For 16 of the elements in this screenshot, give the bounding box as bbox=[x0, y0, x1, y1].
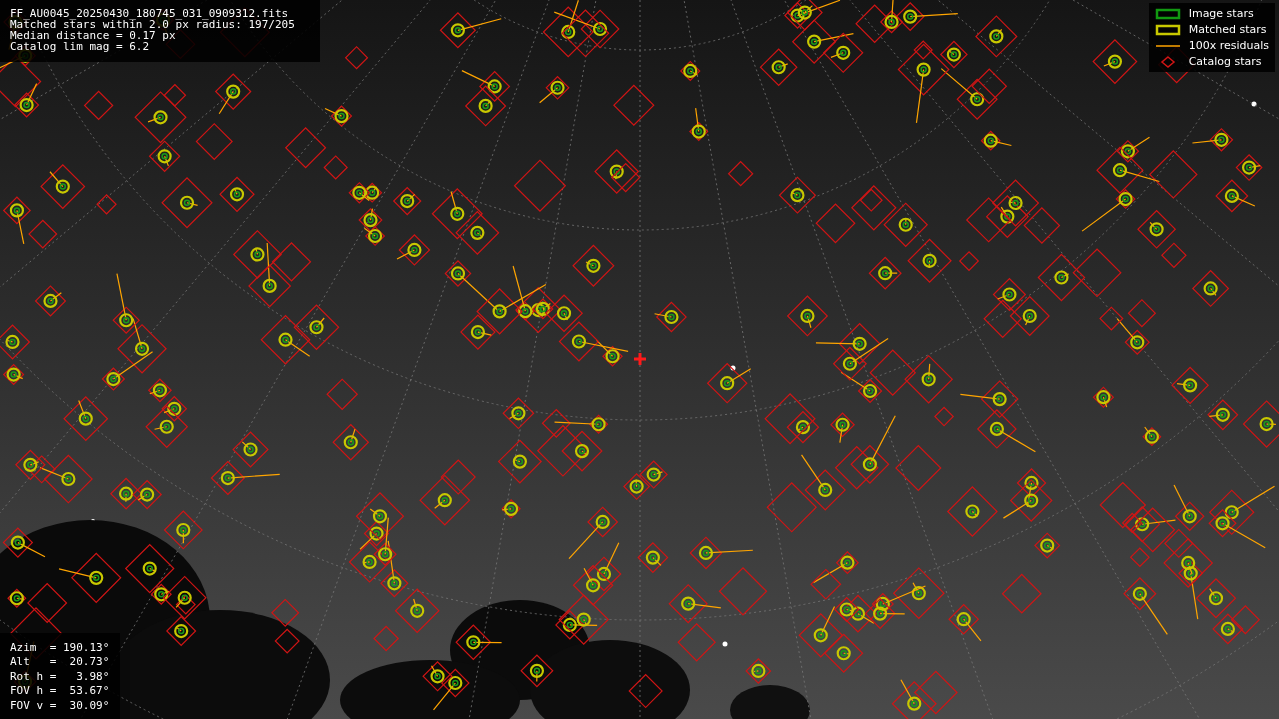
info-text: Catalog lim mag = 6.2 bbox=[10, 41, 151, 52]
pointing-text: FOV v = 30.09° bbox=[10, 698, 110, 713]
pointing-text: FOV h = 53.67° bbox=[10, 684, 110, 699]
pointing-text: Azim = 190.13° bbox=[10, 640, 110, 656]
legend-swatch-icon bbox=[1154, 23, 1181, 36]
legend-label: Matched stars bbox=[1188, 23, 1267, 36]
legend-label: 100x residuals bbox=[1188, 39, 1269, 52]
info-text: Median distance = 0.17 px bbox=[10, 30, 176, 41]
legend-label: Image stars bbox=[1188, 7, 1254, 20]
pointing-text: Alt = 20.73° bbox=[10, 655, 110, 670]
pointing-text: Rot h = 3.98° bbox=[10, 669, 110, 685]
center-cross-icon bbox=[634, 353, 646, 365]
legend-label: Catalog stars bbox=[1188, 55, 1262, 68]
legend-swatch-icon bbox=[1154, 7, 1181, 20]
info-text: FF_AU0045_20250430_180745_031_0909312.fits bbox=[10, 8, 290, 19]
info-text: Matched stars within 2.0 px radius: 197/205 bbox=[10, 19, 296, 30]
